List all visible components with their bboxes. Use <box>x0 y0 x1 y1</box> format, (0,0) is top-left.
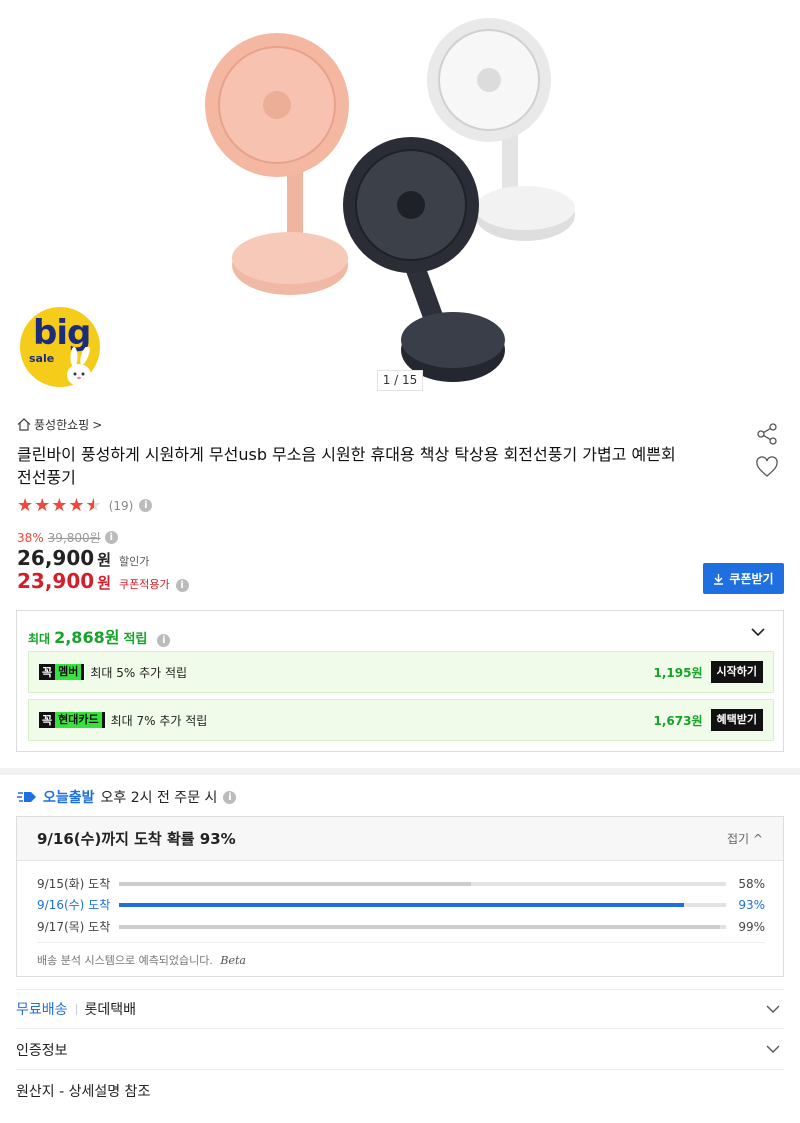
chevron-down-icon[interactable] <box>751 627 765 637</box>
points-summary[interactable]: 최대 2,868원 적립 i <box>28 624 171 648</box>
points-prefix: 최대 <box>28 632 51 646</box>
offer-text: 최대 7% 추가 적립 <box>110 713 208 728</box>
tag-prefix: 꼭 <box>42 714 53 727</box>
arrival-probability-header[interactable]: 9/16(수)까지 도착 확률 93% 접기 ^ <box>17 817 783 861</box>
shipping-condition: 오후 2시 전 주문 시 <box>100 790 218 806</box>
probability-track <box>119 902 726 907</box>
carrier-name: 롯데택배 <box>84 1002 137 1018</box>
membership-offer: 꼭 멤버 최대 5% 추가 적립 1,195원 시작하기 <box>28 651 774 693</box>
coupon-price-row: 23,900 원 쿠폰적용가 i <box>17 569 189 593</box>
big-sale-badge: big sale <box>20 307 100 387</box>
offer-amount: 1,195원 <box>653 665 703 680</box>
points-amount: 2,868원 <box>54 628 120 647</box>
probability-track <box>119 881 726 886</box>
image-pager: 1 / 15 <box>377 370 423 391</box>
coupon-price: 23,900 <box>17 569 95 593</box>
fast-delivery-icon <box>17 792 36 802</box>
probability-fill <box>119 924 720 929</box>
today-shipping: 오늘출발 오후 2시 전 주문 시 i <box>17 787 237 807</box>
info-icon[interactable]: i <box>157 634 171 647</box>
divider <box>37 942 765 943</box>
probability-percent: 93% <box>738 897 765 912</box>
start-membership-button[interactable]: 시작하기 <box>710 661 763 683</box>
seller-name: 풍성한쇼핑 <box>34 418 90 432</box>
sale-price: 26,900 <box>17 546 95 570</box>
home-icon <box>17 418 31 431</box>
shipping-info-row[interactable]: 무료배송 롯데택배 <box>16 989 784 1029</box>
chevron-up-icon: ^ <box>752 832 763 846</box>
sale-price-label: 할인가 <box>119 555 150 568</box>
probability-track <box>119 924 726 929</box>
info-icon[interactable]: i <box>223 790 237 804</box>
probability-percent: 99% <box>738 919 765 934</box>
arrival-probability-panel: 9/16(수)까지 도착 확률 93% 접기 ^ 9/15(화) 도착 58% … <box>16 816 784 977</box>
info-icon[interactable]: i <box>104 531 118 544</box>
prediction-note: 배송 분석 시스템으로 예측되었습니다. Beta <box>37 952 246 968</box>
probability-fill <box>119 881 472 886</box>
section-divider <box>0 768 800 775</box>
offer-amount: 1,673원 <box>653 713 703 728</box>
probability-percent: 58% <box>738 876 765 891</box>
collapse-toggle[interactable]: 접기 ^ <box>727 830 763 847</box>
original-price: 39,800원 <box>47 531 101 545</box>
product-image <box>205 18 575 382</box>
probability-fill <box>119 902 684 907</box>
star-rating-filled: ★★★★★ <box>17 495 94 516</box>
sale-price-unit: 원 <box>97 551 111 569</box>
origin-label: 원산지 - 상세설명 참조 <box>16 1084 151 1100</box>
coupon-download-button[interactable]: 쿠폰받기 <box>703 563 784 594</box>
coupon-price-label: 쿠폰적용가 <box>119 578 170 591</box>
coupon-button-label: 쿠폰받기 <box>729 572 774 586</box>
card-offer: 꼭 현대카드 최대 7% 추가 적립 1,673원 혜택받기 <box>28 699 774 741</box>
tag-name: 멤버 <box>55 664 82 680</box>
product-image-gallery[interactable]: big sale 1 / 15 <box>0 0 800 400</box>
arrival-row: 9/17(목) 도착 99% <box>37 918 765 935</box>
membership-tag: 꼭 멤버 <box>39 664 85 680</box>
collapse-label: 접기 <box>727 832 750 846</box>
arrival-date-label: 9/15(화) 도착 <box>37 877 111 891</box>
points-panel: 최대 2,868원 적립 i 꼭 멤버 최대 5% 추가 적립 1,195원 시… <box>16 610 784 752</box>
certification-row[interactable]: 인증정보 <box>16 1030 784 1070</box>
arrival-date-label: 9/17(목) 도착 <box>37 920 111 934</box>
discount-rate: 38% <box>17 530 44 545</box>
tag-name: 현대카드 <box>55 712 102 728</box>
free-shipping-label: 무료배송 <box>16 1002 68 1018</box>
card-tag: 꼭 현대카드 <box>39 712 105 728</box>
coupon-price-unit: 원 <box>97 574 111 592</box>
info-icon[interactable]: i <box>175 579 189 592</box>
get-benefit-button[interactable]: 혜택받기 <box>710 709 763 731</box>
divider <box>75 1003 77 1015</box>
arrival-date-label: 9/16(수) 도착 <box>37 898 111 912</box>
discount-row: 38% 39,800원 i <box>17 529 118 546</box>
prediction-note-text: 배송 분석 시스템으로 예측되었습니다. <box>37 954 213 967</box>
rating-summary[interactable]: ★★★★★ ★★★★★ (19) i <box>17 495 153 516</box>
sale-price-row: 26,900 원 할인가 <box>17 546 149 570</box>
star-rating: ★★★★★ ★★★★★ <box>17 495 103 516</box>
points-suffix: 적립 <box>123 632 148 647</box>
bunny-icon <box>67 347 91 386</box>
download-icon <box>714 573 724 585</box>
review-count[interactable]: (19) <box>109 499 134 513</box>
heart-icon[interactable] <box>755 456 779 478</box>
beta-label: Beta <box>220 954 246 967</box>
origin-row: 원산지 - 상세설명 참조 <box>16 1071 784 1111</box>
arrival-row: 9/16(수) 도착 93% <box>37 896 765 913</box>
arrival-probability-title: 9/16(수)까지 도착 확률 93% <box>37 830 236 848</box>
info-icon[interactable]: i <box>139 499 153 512</box>
share-icon[interactable] <box>755 422 779 446</box>
arrival-row: 9/15(화) 도착 58% <box>37 875 765 892</box>
tag-prefix: 꼭 <box>42 666 53 679</box>
chevron-down-icon[interactable] <box>766 1044 780 1054</box>
chevron-down-icon[interactable] <box>766 1004 780 1014</box>
offer-text: 최대 5% 추가 적립 <box>90 665 188 680</box>
certification-label: 인증정보 <box>16 1042 68 1059</box>
chevron-right-icon: > <box>92 417 103 432</box>
seller-link[interactable]: 풍성한쇼핑 > <box>17 416 102 433</box>
today-shipping-label: 오늘출발 <box>43 790 95 806</box>
badge-sale-text: sale <box>29 352 55 365</box>
product-title: 클린바이 풍성하게 시원하게 무선usb 무소음 시원한 휴대용 책상 탁상용 … <box>17 445 676 487</box>
